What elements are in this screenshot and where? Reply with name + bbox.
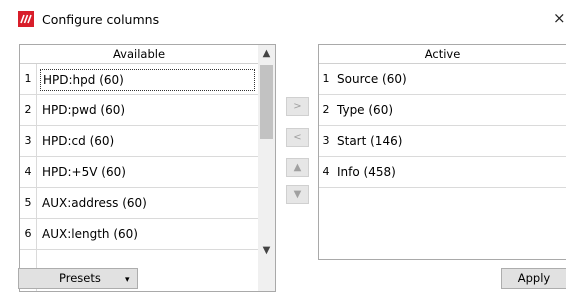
- remove-column-button[interactable]: <: [286, 128, 309, 147]
- title-bar: Configure columns ×: [0, 0, 566, 38]
- move-up-button[interactable]: ▲: [286, 158, 309, 177]
- row-label: HPD:hpd (60): [40, 69, 255, 91]
- chevron-down-icon: ▾: [125, 275, 130, 285]
- active-row-1[interactable]: 1 Source (60): [319, 64, 566, 95]
- available-row-3[interactable]: 3 HPD:cd (60): [20, 126, 258, 157]
- add-column-button[interactable]: >: [286, 97, 309, 116]
- row-number: 5: [20, 188, 37, 218]
- scrollbar-thumb[interactable]: [260, 65, 273, 139]
- row-number: 3: [20, 126, 37, 156]
- row-number: 4: [322, 165, 330, 178]
- row-number: 2: [322, 103, 330, 116]
- available-row-1[interactable]: 1 HPD:hpd (60): [20, 64, 258, 95]
- scroll-down-icon[interactable]: ▼: [258, 242, 275, 259]
- row-label: Source (60): [337, 72, 407, 86]
- row-label: HPD:+5V (60): [42, 165, 126, 179]
- row-number: 2: [20, 95, 37, 125]
- row-label: Type (60): [337, 103, 394, 117]
- presets-label: Presets: [59, 271, 101, 285]
- row-number: 1: [322, 72, 330, 85]
- window-title: Configure columns: [42, 12, 160, 27]
- row-label: Info (458): [337, 165, 396, 179]
- available-row-2[interactable]: 2 HPD:pwd (60): [20, 95, 258, 126]
- available-row-4[interactable]: 4 HPD:+5V (60): [20, 157, 258, 188]
- row-label: HPD:pwd (60): [42, 103, 126, 117]
- available-scrollbar[interactable]: ▲ ▼: [258, 45, 275, 291]
- close-icon[interactable]: ×: [553, 9, 566, 27]
- available-header: Available: [20, 45, 258, 64]
- apply-button[interactable]: Apply: [501, 268, 566, 289]
- active-header: Active: [319, 45, 566, 64]
- available-row-5[interactable]: 5 AUX:address (60): [20, 188, 258, 219]
- row-number: 6: [20, 219, 37, 249]
- available-columns-list[interactable]: Available 1 HPD:hpd (60) 2 HPD:pwd (60) …: [19, 44, 276, 292]
- active-columns-list[interactable]: Active 1 Source (60) 2 Type (60) 3 Start…: [318, 44, 566, 260]
- row-number: 4: [20, 157, 37, 187]
- row-label: Start (146): [337, 134, 403, 148]
- app-logo-icon: [18, 11, 34, 27]
- active-row-2[interactable]: 2 Type (60): [319, 95, 566, 126]
- row-label: AUX:address (60): [42, 196, 147, 210]
- row-label: HPD:cd (60): [42, 134, 115, 148]
- scroll-up-icon[interactable]: ▲: [258, 45, 275, 62]
- row-number: 1: [20, 64, 37, 94]
- move-down-button[interactable]: ▼: [286, 185, 309, 204]
- row-label: AUX:length (60): [42, 227, 138, 241]
- row-number: 3: [322, 134, 330, 147]
- active-row-4[interactable]: 4 Info (458): [319, 157, 566, 188]
- available-row-6[interactable]: 6 AUX:length (60): [20, 219, 258, 250]
- presets-dropdown-button[interactable]: Presets ▾: [18, 268, 138, 289]
- active-row-3[interactable]: 3 Start (146): [319, 126, 566, 157]
